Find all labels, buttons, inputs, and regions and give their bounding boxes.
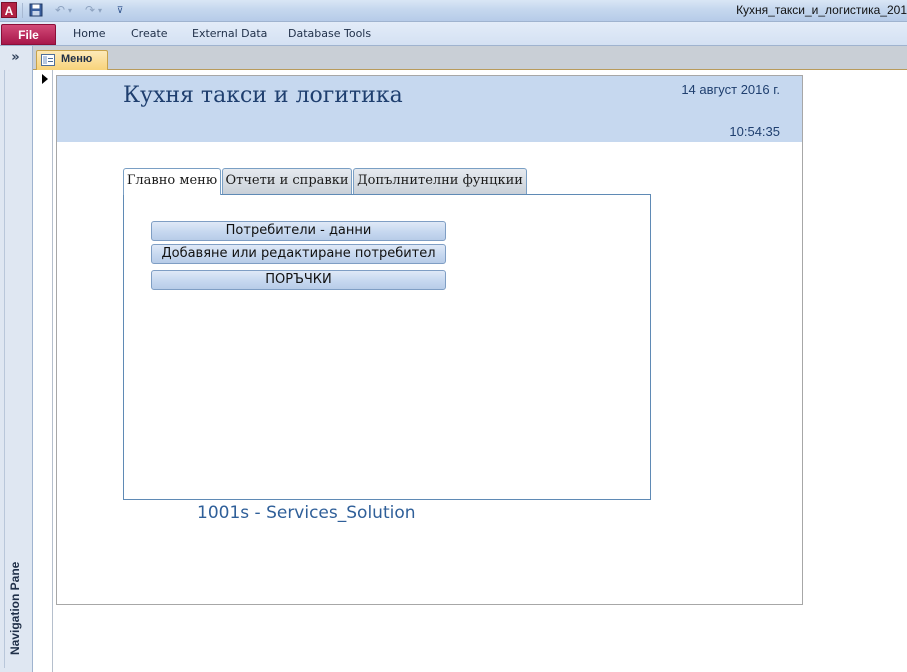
ribbon-tab-bar: File Home Create External Data Database … [0, 22, 907, 46]
customize-quick-access-icon[interactable]: ⊽ [114, 3, 126, 18]
current-record-arrow-icon [42, 74, 48, 84]
document-tab-menu[interactable]: Меню [36, 50, 108, 70]
document-tab-label: Меню [61, 53, 93, 65]
undo-dropdown-icon[interactable]: ▾ [66, 3, 74, 18]
tab-page-main-menu: Потребители - данни Добавяне или редакти… [123, 194, 651, 500]
window-title: Кухня_такси_и_логистика_201 [736, 3, 907, 17]
tab-external-data[interactable]: External Data [192, 27, 267, 40]
access-app-icon[interactable]: A [1, 2, 17, 18]
footer-brand-text: 1001s - Services_Solution [197, 503, 416, 523]
form-header: Кухня такси и логитика 14 август 2016 г.… [57, 76, 802, 142]
record-selector-column[interactable] [33, 70, 53, 672]
tab-database-tools[interactable]: Database Tools [288, 27, 371, 40]
menu-form: Кухня такси и логитика 14 август 2016 г.… [56, 75, 803, 605]
tab-home[interactable]: Home [73, 27, 105, 40]
navigation-pane-divider [4, 70, 5, 668]
orders-button[interactable]: ПОРЪЧКИ [151, 270, 446, 290]
tab-create[interactable]: Create [131, 27, 168, 40]
file-tab[interactable]: File [1, 24, 56, 45]
document-tab-strip: Меню [33, 46, 907, 70]
expand-navigation-pane-button[interactable]: » [0, 50, 31, 68]
save-icon[interactable] [28, 3, 44, 18]
form-icon [41, 54, 55, 66]
users-data-button[interactable]: Потребители - данни [151, 221, 446, 241]
redo-dropdown-icon[interactable]: ▾ [96, 3, 104, 18]
tab-control: Главно меню Отчети и справки Допълнителн… [123, 168, 651, 500]
tab-main-menu[interactable]: Главно меню [123, 168, 221, 195]
title-bar: A ↶ ▾ ↷ ▾ ⊽ Кухня_такси_и_логистика_201 [0, 0, 907, 22]
form-time: 10:54:35 [729, 124, 780, 139]
add-edit-user-button[interactable]: Добавяне или редактиране потребител [151, 244, 446, 264]
form-date: 14 август 2016 г. [681, 82, 780, 97]
tab-reports[interactable]: Отчети и справки [222, 168, 352, 194]
quick-access-separator [22, 3, 23, 18]
navigation-pane-label[interactable]: Navigation Pane [8, 562, 22, 655]
form-title: Кухня такси и логитика [123, 83, 403, 108]
tab-additional-functions[interactable]: Допълнителни фунцкии [353, 168, 527, 194]
